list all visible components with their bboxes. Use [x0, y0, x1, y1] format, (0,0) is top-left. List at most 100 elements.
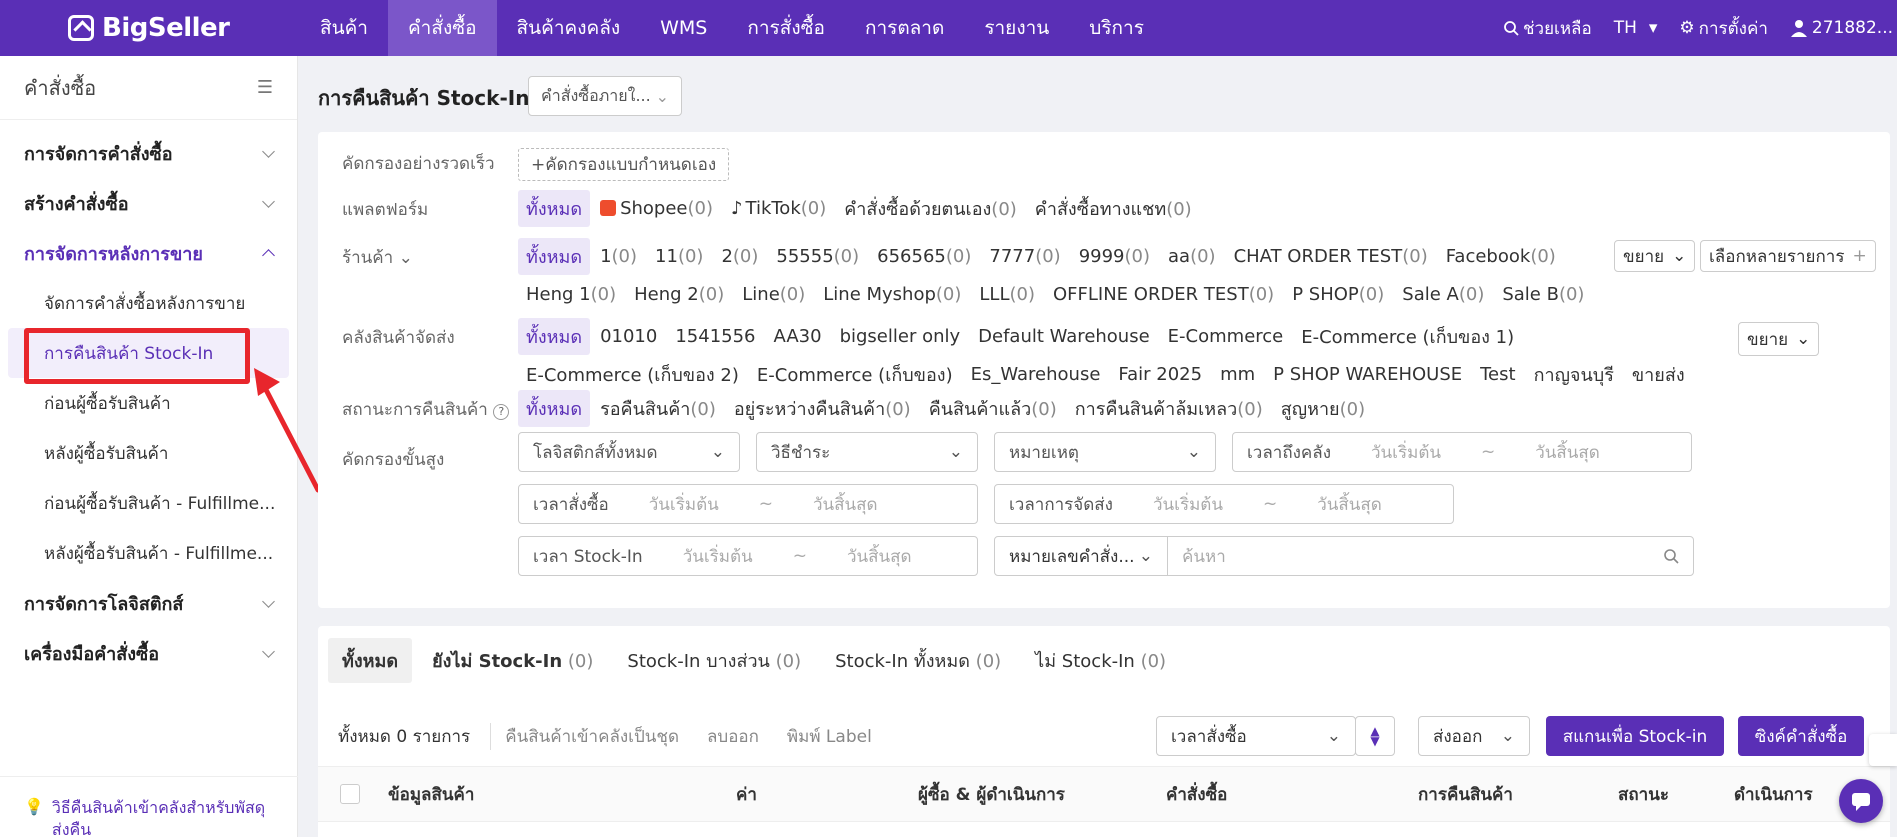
- search-input[interactable]: ค้นหา: [1167, 536, 1694, 576]
- warehouse-chip[interactable]: bigseller only: [832, 322, 969, 351]
- tab-all[interactable]: ทั้งหมด: [328, 638, 413, 683]
- batch-stock-in-button[interactable]: คืนสินค้าเข้าคลังเป็นชุด: [491, 723, 693, 750]
- status-chip[interactable]: อยู่ระหว่างคืนสินค้า(0): [726, 390, 919, 427]
- nav-purchase[interactable]: การสั่งซื้อ: [727, 0, 845, 56]
- warehouse-chip[interactable]: E-Commerce (เก็บของ 1): [1293, 318, 1522, 355]
- platform-chip[interactable]: Shopee(0): [592, 194, 721, 223]
- store-chip[interactable]: aa(0): [1160, 242, 1224, 271]
- tab-not-stocked-in[interactable]: ยังไม่ Stock-In (0): [418, 638, 607, 683]
- sync-orders-button[interactable]: ซิงค์คำสั่งซื้อ: [1738, 716, 1864, 756]
- multi-select-button[interactable]: เลือกหลายรายการ +: [1700, 240, 1876, 272]
- nav-inventory[interactable]: สินค้าคงคลัง: [497, 0, 641, 56]
- nav-marketing[interactable]: การตลาด: [845, 0, 964, 56]
- store-chip[interactable]: 9999(0): [1071, 242, 1158, 271]
- status-chip[interactable]: ทั้งหมด: [518, 390, 591, 427]
- print-label-button[interactable]: พิมพ์ Label: [773, 723, 886, 750]
- store-chip[interactable]: ทั้งหมด: [518, 238, 591, 275]
- delete-button[interactable]: ลบออก: [693, 723, 773, 750]
- order-scope-select[interactable]: คำสั่งซื้อภายใ... ⌄: [528, 76, 682, 116]
- user-menu[interactable]: 271882...: [1790, 18, 1893, 38]
- sidebar-item-before-receipt-fulfillment[interactable]: ก่อนผู้ซื้อรับสินค้า - Fulfillme...: [0, 478, 297, 528]
- store-chip[interactable]: Sale A(0): [1394, 280, 1492, 309]
- scan-stock-in-button[interactable]: สแกนเพื่อ Stock-in: [1546, 716, 1724, 756]
- store-chip[interactable]: Heng 2(0): [626, 280, 732, 309]
- warehouse-chip[interactable]: E-Commerce (เก็บของ 2): [518, 356, 747, 393]
- nav-orders[interactable]: คำสั่งซื้อ: [387, 0, 497, 56]
- store-chip[interactable]: Line Myshop(0): [815, 280, 969, 309]
- sidebar-item-after-receipt[interactable]: หลังผู้ซื้อรับสินค้า: [0, 428, 297, 478]
- platform-chip[interactable]: ♪ TikTok(0): [723, 194, 834, 223]
- store-chip[interactable]: Heng 1(0): [518, 280, 624, 309]
- nav-products[interactable]: สินค้า: [300, 0, 388, 56]
- payment-select[interactable]: วิธีชำระ ⌄: [756, 432, 978, 472]
- bigseller-logo[interactable]: BigSeller: [68, 13, 300, 43]
- settings-link[interactable]: ⚙ การตั้งค่า: [1679, 15, 1767, 42]
- sidebar-item-after-receipt-fulfillment[interactable]: หลังผู้ซื้อรับสินค้า - Fulfillme...: [0, 528, 297, 578]
- platform-chip[interactable]: คำสั่งซื้อด้วยตนเอง(0): [836, 190, 1025, 227]
- warehouse-chip[interactable]: Test: [1472, 360, 1523, 389]
- sidebar-group-create-order[interactable]: สร้างคำสั่งซื้อ: [0, 178, 297, 228]
- store-chip[interactable]: Line(0): [734, 280, 813, 309]
- sidebar-group-order-management[interactable]: การจัดการคำสั่งซื้อ: [0, 128, 297, 178]
- logistics-select[interactable]: โลจิสติกส์ทั้งหมด ⌄: [518, 432, 740, 472]
- arrive-time-range[interactable]: เวลาถึงคลัง วันเริ่มต้น ~ วันสิ้นสุด: [1232, 432, 1692, 472]
- warehouse-chip[interactable]: 01010: [592, 322, 665, 351]
- sidebar-group-order-tools[interactable]: เครื่องมือคำสั่งซื้อ: [0, 628, 297, 678]
- platform-chip[interactable]: ทั้งหมด: [518, 190, 591, 227]
- tab-partial-stock-in[interactable]: Stock-In บางส่วน (0): [613, 638, 815, 683]
- collapse-menu-icon[interactable]: ☰: [257, 77, 273, 98]
- sidebar-item-before-receipt[interactable]: ก่อนผู้ซื้อรับสินค้า: [0, 378, 297, 428]
- store-chip[interactable]: Sale B(0): [1494, 280, 1592, 309]
- nav-services[interactable]: บริการ: [1069, 0, 1164, 56]
- warehouse-chip[interactable]: Fair 2025: [1110, 360, 1210, 389]
- chat-support-button[interactable]: [1839, 779, 1883, 823]
- reason-select[interactable]: หมายเหตุ ⌄: [994, 432, 1216, 472]
- store-label[interactable]: ร้านค้า ⌄: [342, 244, 413, 271]
- language-select[interactable]: TH ▾: [1614, 18, 1658, 38]
- nav-reports[interactable]: รายงาน: [964, 0, 1069, 56]
- store-chip[interactable]: 2(0): [713, 242, 766, 271]
- store-expand-button[interactable]: ขยาย ⌄: [1614, 240, 1696, 272]
- store-chip[interactable]: 11(0): [647, 242, 711, 271]
- store-chip[interactable]: LLL(0): [971, 280, 1043, 309]
- platform-chip[interactable]: คำสั่งซื้อทางแชท(0): [1027, 190, 1200, 227]
- tab-no-stock-in[interactable]: ไม่ Stock-In (0): [1021, 638, 1180, 683]
- sort-order-toggle[interactable]: ▲ ▼: [1355, 716, 1395, 756]
- status-chip[interactable]: คืนสินค้าแล้ว(0): [921, 390, 1065, 427]
- warehouse-chip[interactable]: ขายส่ง: [1624, 356, 1693, 393]
- store-chip[interactable]: CHAT ORDER TEST(0): [1226, 242, 1436, 271]
- store-chip[interactable]: 656565(0): [869, 242, 979, 271]
- warehouse-chip[interactable]: กาญจนบุรี: [1526, 356, 1622, 393]
- warehouse-chip[interactable]: E-Commerce: [1160, 322, 1292, 351]
- custom-filter-button[interactable]: +คัดกรองแบบกำหนดเอง: [518, 148, 730, 181]
- stockin-time-range[interactable]: เวลา Stock-In วันเริ่มต้น ~ วันสิ้นสุด: [518, 536, 978, 576]
- warehouse-chip[interactable]: Es_Warehouse: [963, 360, 1109, 389]
- warehouse-expand-button[interactable]: ขยาย ⌄: [1738, 322, 1820, 356]
- search-icon[interactable]: [1663, 548, 1679, 564]
- sidebar-group-after-sales[interactable]: การจัดการหลังการขาย: [0, 228, 297, 278]
- warehouse-chip[interactable]: ทั้งหมด: [518, 318, 591, 355]
- store-chip[interactable]: Facebook(0): [1438, 242, 1564, 271]
- warehouse-chip[interactable]: AA30: [766, 322, 830, 351]
- select-all-checkbox[interactable]: [340, 784, 360, 804]
- nav-wms[interactable]: WMS: [640, 0, 727, 56]
- status-chip[interactable]: สูญหาย(0): [1273, 390, 1373, 427]
- sidebar-help-link[interactable]: 💡 วิธีคืนสินค้าเข้าคลังสำหรับพัสดุส่งคืน: [0, 776, 298, 837]
- help-circle-icon[interactable]: ?: [493, 404, 510, 420]
- search-type-select[interactable]: หมายเลขคำสั่ง... ⌄: [994, 536, 1168, 576]
- warehouse-chip[interactable]: Default Warehouse: [970, 322, 1158, 351]
- sidebar-item-return-stock-in[interactable]: การคืนสินค้า Stock-In: [8, 328, 289, 378]
- warehouse-chip[interactable]: P SHOP WAREHOUSE: [1265, 360, 1470, 389]
- sort-select[interactable]: เวลาสั่งซื้อ ⌄: [1156, 716, 1356, 756]
- store-chip[interactable]: P SHOP(0): [1284, 280, 1392, 309]
- sidebar-group-logistics[interactable]: การจัดการโลจิสติกส์: [0, 578, 297, 628]
- floating-feedback-button[interactable]: [1869, 734, 1897, 766]
- store-chip[interactable]: OFFLINE ORDER TEST(0): [1045, 280, 1282, 309]
- tab-full-stock-in[interactable]: Stock-In ทั้งหมด (0): [821, 638, 1015, 683]
- order-time-range[interactable]: เวลาสั่งซื้อ วันเริ่มต้น ~ วันสิ้นสุด: [518, 484, 978, 524]
- store-chip[interactable]: 7777(0): [981, 242, 1068, 271]
- warehouse-chip[interactable]: E-Commerce (เก็บของ): [749, 356, 961, 393]
- status-chip[interactable]: รอคืนสินค้า(0): [592, 390, 724, 427]
- warehouse-chip[interactable]: mm: [1212, 360, 1263, 389]
- store-chip[interactable]: 55555(0): [768, 242, 867, 271]
